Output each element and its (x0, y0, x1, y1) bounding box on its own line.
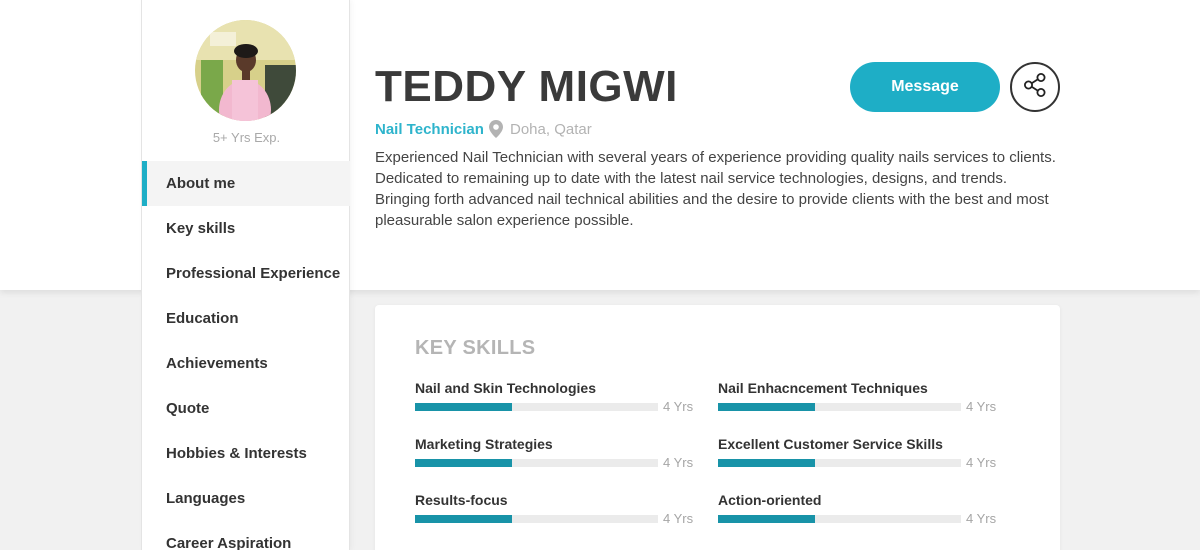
skill-name: Action-oriented (718, 492, 822, 508)
skill-name: Nail and Skin Technologies (415, 380, 596, 396)
nav-item-key-skills[interactable]: Key skills (142, 206, 350, 251)
skill-bar-fill (718, 403, 816, 411)
skill-name: Nail Enhacncement Techniques (718, 380, 928, 396)
avatar (195, 20, 296, 121)
nav-item-career-aspiration[interactable]: Career Aspiration (142, 521, 350, 550)
skill-bar (415, 459, 658, 467)
skill-bar-fill (415, 515, 513, 523)
profile-name: TEDDY MIGWI (375, 62, 678, 111)
skill-name: Marketing Strategies (415, 436, 553, 452)
profile-role: Nail Technician (375, 121, 484, 138)
skill-name: Results-focus (415, 492, 508, 508)
key-skills-title: KEY SKILLS (415, 337, 536, 359)
profile-bio: Experienced Nail Technician with several… (375, 149, 1056, 229)
skill-years: 4 Yrs (966, 511, 997, 526)
skill-item: Marketing Strategies 4 Yrs (415, 436, 695, 476)
skill-bar-fill (718, 459, 816, 467)
skill-bar (415, 515, 658, 523)
nav-item-professional-experience[interactable]: Professional Experience (142, 251, 350, 296)
profile-location: Doha, Qatar (510, 121, 592, 138)
skill-item: Results-focus 4 Yrs (415, 492, 695, 532)
location-pin-icon (489, 120, 503, 138)
skill-bar-fill (718, 515, 816, 523)
nav-item-quote[interactable]: Quote (142, 386, 350, 431)
skill-bar (415, 403, 658, 411)
skill-years: 4 Yrs (966, 399, 997, 414)
experience-label: 5+ Yrs Exp. (212, 130, 281, 145)
nav-item-education[interactable]: Education (142, 296, 350, 341)
skill-years: 4 Yrs (663, 511, 694, 526)
key-skills-card: KEY SKILLS Nail and Skin Technologies 4 … (375, 305, 1060, 550)
share-icon (1022, 72, 1048, 103)
nav-item-achievements[interactable]: Achievements (142, 341, 350, 386)
skill-bar-fill (415, 459, 513, 467)
skill-years: 4 Yrs (663, 455, 694, 470)
share-button[interactable] (1010, 62, 1060, 112)
section-nav: About me Key skills Professional Experie… (142, 161, 350, 550)
skill-bar (718, 459, 961, 467)
nav-item-hobbies-interests[interactable]: Hobbies & Interests (142, 431, 350, 476)
skill-bar (718, 515, 961, 523)
nav-item-languages[interactable]: Languages (142, 476, 350, 521)
skill-item: Excellent Customer Service Skills 4 Yrs (718, 436, 998, 476)
skill-years: 4 Yrs (966, 455, 997, 470)
message-button[interactable]: Message (850, 62, 1000, 112)
skill-item: Action-oriented 4 Yrs (718, 492, 998, 532)
skill-item: Nail and Skin Technologies 4 Yrs (415, 380, 695, 420)
skill-bar (718, 403, 961, 411)
skill-item: Nail Enhacncement Techniques 4 Yrs (718, 380, 998, 420)
skill-bar-fill (415, 403, 513, 411)
nav-item-about-me[interactable]: About me (142, 161, 350, 206)
skill-name: Excellent Customer Service Skills (718, 436, 943, 452)
sidebar: 5+ Yrs Exp. About me Key skills Professi… (141, 0, 350, 550)
skill-years: 4 Yrs (663, 399, 694, 414)
